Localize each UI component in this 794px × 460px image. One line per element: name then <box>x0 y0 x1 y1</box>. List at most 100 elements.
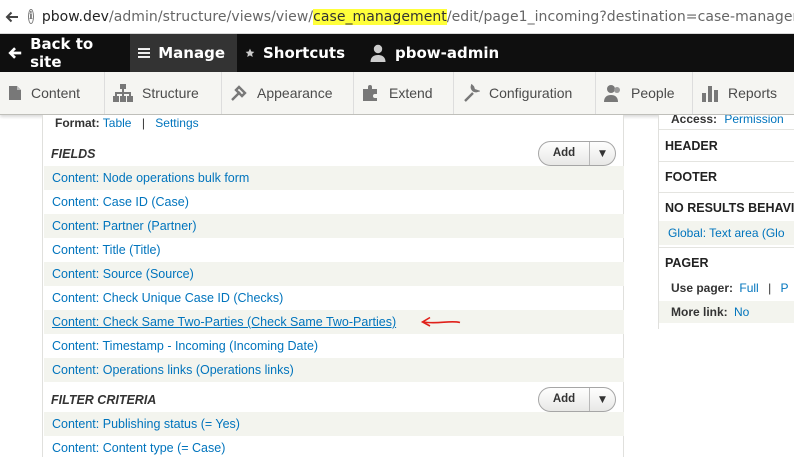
access-label: Access: <box>671 115 718 126</box>
manage-tab[interactable]: Manage <box>130 34 237 72</box>
shortcuts-tab[interactable]: Shortcuts <box>237 34 357 72</box>
tray-item-content[interactable]: Content <box>0 72 105 114</box>
divider <box>659 247 794 248</box>
filter-row[interactable]: Content: Publishing status (= Yes) <box>44 412 624 436</box>
tray-item-people[interactable]: People <box>596 72 693 114</box>
use-pager-row: Use pager: Full | P <box>659 277 794 299</box>
url-highlight: case_management <box>313 8 447 25</box>
appearance-icon <box>231 85 247 101</box>
tray-item-label: Content <box>31 85 81 101</box>
views-main-panel: Format: Table | Settings FIELDS Add ▼ Co… <box>42 115 624 457</box>
more-link-value[interactable]: No <box>734 305 749 319</box>
field-link[interactable]: Content: Node operations bulk form <box>52 171 249 185</box>
views-side-panel: Access: Permission HEADER FOOTER NO RESU… <box>658 115 794 329</box>
divider <box>659 129 794 130</box>
admin-toolbar: Back to site Manage Shortcuts pbow-admin <box>0 34 794 72</box>
fields-add-button[interactable]: Add <box>539 142 590 165</box>
field-row[interactable]: Content: Case ID (Case) <box>44 190 624 214</box>
field-link[interactable]: Content: Partner (Partner) <box>52 219 197 233</box>
field-link[interactable]: Content: Case ID (Case) <box>52 195 189 209</box>
filter-section-header: FILTER CRITERIA Add ▼ <box>43 387 623 414</box>
pager-settings-link[interactable]: P <box>781 281 789 295</box>
tray-item-configuration[interactable]: Configuration <box>454 72 596 114</box>
fields-add-dropdown[interactable]: Add ▼ <box>538 141 616 166</box>
field-link[interactable]: Content: Operations links (Operations li… <box>52 363 294 377</box>
use-pager-link[interactable]: Full <box>739 281 758 295</box>
chevron-down-icon[interactable]: ▼ <box>590 388 615 411</box>
no-results-link[interactable]: Global: Text area (Glo <box>668 226 785 240</box>
divider <box>659 192 794 193</box>
format-table-link[interactable]: Table <box>103 116 132 130</box>
tray-item-extend[interactable]: Extend <box>354 72 454 114</box>
tray-item-label: Structure <box>142 85 199 101</box>
footer-section-title: FOOTER <box>665 170 718 184</box>
tray-item-label: Appearance <box>257 85 333 101</box>
filter-add-button[interactable]: Add <box>539 388 590 411</box>
tray-item-label: Configuration <box>489 85 573 101</box>
annotation-arrow-icon <box>420 316 461 327</box>
user-icon <box>370 44 386 62</box>
field-row[interactable]: Content: Operations links (Operations li… <box>44 358 624 382</box>
filter-add-dropdown[interactable]: Add ▼ <box>538 387 616 412</box>
filter-link[interactable]: Content: Publishing status (= Yes) <box>52 417 240 431</box>
field-row[interactable]: Content: Check Unique Case ID (Checks) <box>44 286 624 310</box>
filter-row[interactable]: Content: Content type (= Case) <box>44 436 624 460</box>
tray-item-label: Extend <box>389 85 433 101</box>
browser-back-button[interactable] <box>4 4 20 30</box>
access-link[interactable]: Permission <box>724 115 783 126</box>
format-line: Format: Table | Settings <box>55 116 199 130</box>
url-host: pbow.dev <box>41 8 109 25</box>
fields-section-header: FIELDS Add ▼ <box>43 141 623 168</box>
fields-title: FIELDS <box>51 147 96 161</box>
extend-icon <box>363 85 377 101</box>
use-pager-separator: | <box>768 281 772 295</box>
field-row[interactable]: Content: Partner (Partner) <box>44 214 624 238</box>
use-pager-label: Use pager: <box>671 281 734 295</box>
field-row-highlighted[interactable]: Content: Check Same Two-Parties (Check S… <box>44 310 624 334</box>
manage-label: Manage <box>158 44 225 62</box>
people-icon <box>604 85 620 102</box>
user-label: pbow-admin <box>395 44 500 62</box>
info-icon[interactable]: i <box>28 9 34 24</box>
no-results-section-title: NO RESULTS BEHAVI <box>665 201 794 215</box>
url-field[interactable]: pbow.dev/admin/structure/views/view/case… <box>41 8 794 25</box>
user-tab[interactable]: pbow-admin <box>357 34 511 72</box>
star-icon <box>245 48 255 57</box>
tray-item-appearance[interactable]: Appearance <box>222 72 354 114</box>
field-row[interactable]: Content: Title (Title) <box>44 238 624 262</box>
reports-icon <box>702 86 718 102</box>
shortcuts-label: Shortcuts <box>262 44 345 62</box>
back-arrow-icon <box>8 47 22 59</box>
tray-item-structure[interactable]: Structure <box>105 72 222 114</box>
url-path-suffix: /edit/page1_incoming?destination=case-ma… <box>446 8 794 25</box>
more-link-row: More link: No <box>659 301 794 323</box>
header-section-title: HEADER <box>665 139 718 153</box>
format-label: Format: <box>55 116 100 130</box>
chevron-down-icon[interactable]: ▼ <box>590 142 615 165</box>
arrow-left-icon <box>5 11 18 22</box>
field-row[interactable]: Content: Source (Source) <box>44 262 624 286</box>
field-link[interactable]: Content: Timestamp - Incoming (Incoming … <box>52 339 318 353</box>
structure-icon <box>113 84 133 102</box>
no-results-item[interactable]: Global: Text area (Glo <box>659 221 794 245</box>
filter-link[interactable]: Content: Content type (= Case) <box>52 441 225 455</box>
divider <box>659 161 794 162</box>
admin-tray: Content Structure Appearance Extend Conf… <box>0 72 794 115</box>
field-link[interactable]: Content: Title (Title) <box>52 243 161 257</box>
wrench-icon <box>464 84 480 102</box>
back-to-site-link[interactable]: Back to site <box>0 34 130 72</box>
field-link[interactable]: Content: Check Same Two-Parties (Check S… <box>52 315 396 329</box>
url-path-prefix: /admin/structure/views/view/ <box>108 8 314 25</box>
tray-item-reports[interactable]: Reports <box>693 72 792 114</box>
tray-item-label: Reports <box>728 85 778 101</box>
field-link[interactable]: Content: Check Unique Case ID (Checks) <box>52 291 283 305</box>
access-row: Access: Permission <box>659 115 794 128</box>
filter-title: FILTER CRITERIA <box>51 393 157 407</box>
format-separator: | <box>141 116 145 130</box>
pager-section-title: PAGER <box>665 256 709 270</box>
field-row[interactable]: Content: Node operations bulk form <box>44 166 624 190</box>
field-link[interactable]: Content: Source (Source) <box>52 267 194 281</box>
hamburger-icon <box>138 48 151 58</box>
field-row[interactable]: Content: Timestamp - Incoming (Incoming … <box>44 334 624 358</box>
format-settings-link[interactable]: Settings <box>155 116 198 130</box>
